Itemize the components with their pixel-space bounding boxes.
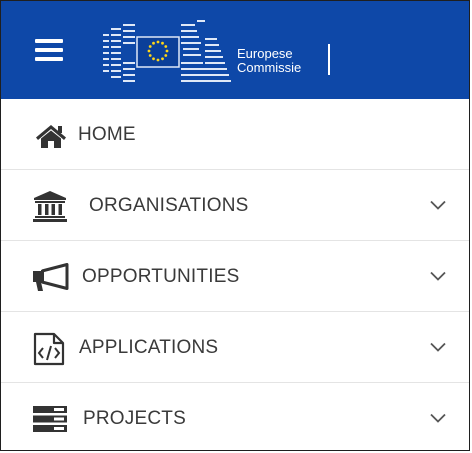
logo-line-2: Commissie — [237, 60, 302, 75]
menu-item-projects[interactable]: PROJECTS — [1, 383, 469, 450]
home-icon — [36, 125, 66, 148]
chevron-down-icon[interactable] — [430, 271, 446, 281]
menu-item-opportunities[interactable]: OPPORTUNITIES — [1, 241, 469, 312]
menu-item-organisations[interactable]: ORGANISATIONS — [1, 170, 469, 241]
hamburger-bar — [35, 39, 63, 43]
menu-item-label: HOME — [78, 124, 136, 145]
menu-item-label: APPLICATIONS — [79, 337, 219, 358]
megaphone-icon — [33, 263, 69, 291]
menu-item-home[interactable]: HOME — [1, 99, 469, 170]
top-header: Europese Commissie — [1, 1, 469, 99]
chevron-down-icon[interactable] — [430, 413, 446, 423]
ec-logo-icon[interactable] — [101, 18, 341, 86]
hamburger-bar — [35, 57, 63, 61]
menu-item-label: OPPORTUNITIES — [82, 266, 240, 287]
hamburger-bar — [35, 48, 63, 52]
menu-item-applications[interactable]: APPLICATIONS — [1, 312, 469, 383]
app-frame: Europese Commissie HOME ORGANISATIONS OP… — [0, 0, 470, 451]
menu-item-label: PROJECTS — [83, 408, 186, 429]
chevron-down-icon[interactable] — [430, 342, 446, 352]
chevron-down-icon[interactable] — [430, 200, 446, 210]
menu-item-label: ORGANISATIONS — [89, 195, 249, 216]
side-menu: HOME ORGANISATIONS OPPORTUNITIES APPLICA… — [1, 99, 469, 450]
logo-text: Europese Commissie — [237, 47, 301, 75]
hamburger-menu-button[interactable] — [35, 39, 63, 61]
code-file-icon — [33, 332, 65, 366]
institution-icon — [33, 191, 67, 222]
server-icon — [33, 406, 67, 432]
logo-divider — [328, 44, 330, 75]
logo-line-1: Europese — [237, 46, 293, 61]
